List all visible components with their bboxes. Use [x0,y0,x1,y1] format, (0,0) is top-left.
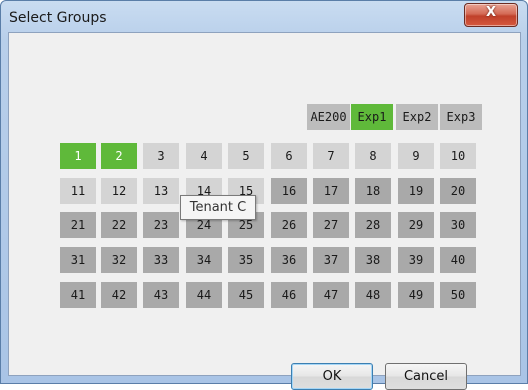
cancel-button[interactable]: Cancel [385,363,467,390]
expansion-button-exp3[interactable]: Exp3 [440,104,482,130]
group-button-23[interactable]: 23 [143,212,179,238]
window-title: Select Groups [9,10,107,26]
close-icon: X [485,5,497,20]
group-button-26[interactable]: 26 [271,212,307,238]
group-button-46[interactable]: 46 [271,282,307,308]
tooltip: Tenant C [180,195,256,220]
group-button-16[interactable]: 16 [271,178,307,204]
group-button-2[interactable]: 2 [101,143,137,169]
group-button-30[interactable]: 30 [440,212,476,238]
group-button-32[interactable]: 32 [101,247,137,273]
group-button-1[interactable]: 1 [60,143,96,169]
dialog-body: AE200 Exp1 Exp2 Exp3 1 2 3 4 5 6 7 8 9 10 11 12 13 14 15 1… [8,32,521,390]
group-button-45[interactable]: 45 [228,282,264,308]
group-button-39[interactable]: 39 [398,247,434,273]
expansion-button-exp2[interactable]: Exp2 [396,104,438,130]
group-button-43[interactable]: 43 [143,282,179,308]
group-button-42[interactable]: 42 [101,282,137,308]
group-button-44[interactable]: 44 [186,282,222,308]
group-button-8[interactable]: 8 [355,143,391,169]
group-button-31[interactable]: 31 [60,247,96,273]
group-button-29[interactable]: 29 [398,212,434,238]
group-button-3[interactable]: 3 [143,143,179,169]
group-button-22[interactable]: 22 [101,212,137,238]
close-button[interactable]: X [464,3,518,27]
group-button-17[interactable]: 17 [313,178,349,204]
group-button-40[interactable]: 40 [440,247,476,273]
group-button-48[interactable]: 48 [355,282,391,308]
group-button-5[interactable]: 5 [228,143,264,169]
ok-button[interactable]: OK [291,363,373,390]
group-button-47[interactable]: 47 [313,282,349,308]
group-button-37[interactable]: 37 [313,247,349,273]
group-button-11[interactable]: 11 [60,178,96,204]
group-button-27[interactable]: 27 [313,212,349,238]
group-button-38[interactable]: 38 [355,247,391,273]
group-button-6[interactable]: 6 [271,143,307,169]
title-bar[interactable]: Select Groups X [1,1,527,35]
group-button-9[interactable]: 9 [398,143,434,169]
select-groups-dialog: Select Groups X AE200 Exp1 Exp2 Exp3 123456… [0,0,528,390]
group-button-12[interactable]: 12 [101,178,137,204]
group-button-28[interactable]: 28 [355,212,391,238]
group-button-18[interactable]: 18 [355,178,391,204]
group-button-49[interactable]: 49 [398,282,434,308]
group-button-34[interactable]: 34 [186,247,222,273]
group-button-41[interactable]: 41 [60,282,96,308]
group-button-4[interactable]: 4 [186,143,222,169]
expansion-button-exp1[interactable]: Exp1 [351,104,393,130]
group-button-13[interactable]: 13 [143,178,179,204]
group-button-50[interactable]: 50 [440,282,476,308]
group-button-10[interactable]: 10 [440,143,476,169]
group-button-21[interactable]: 21 [60,212,96,238]
group-button-7[interactable]: 7 [313,143,349,169]
group-button-36[interactable]: 36 [271,247,307,273]
group-button-33[interactable]: 33 [143,247,179,273]
group-button-35[interactable]: 35 [228,247,264,273]
group-button-19[interactable]: 19 [398,178,434,204]
expansion-button-ae200[interactable]: AE200 [307,104,350,130]
group-button-20[interactable]: 20 [440,178,476,204]
